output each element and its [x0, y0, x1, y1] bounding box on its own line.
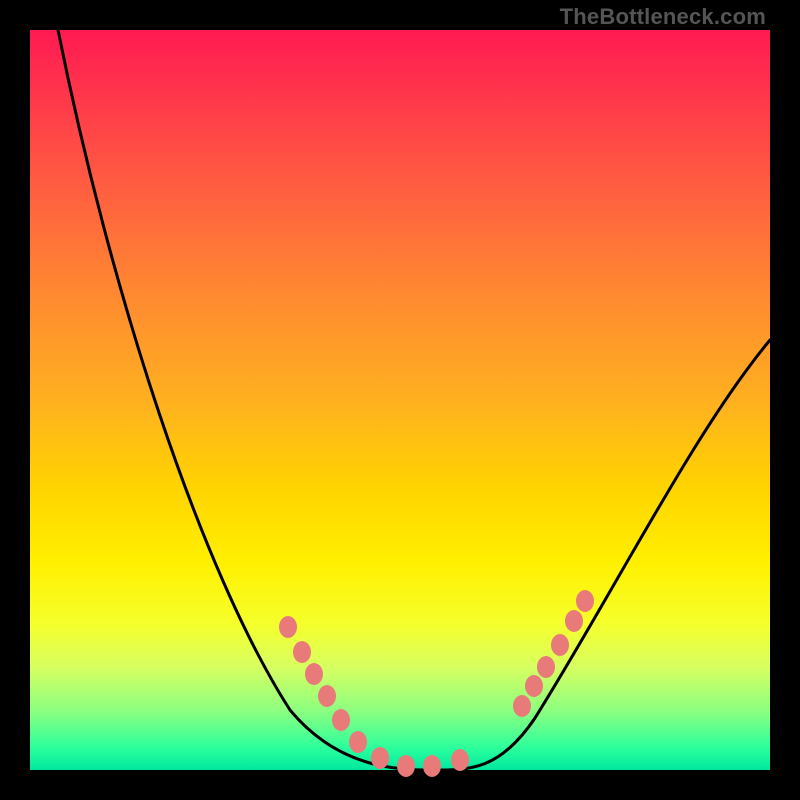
attribution-text: TheBottleneck.com — [560, 4, 766, 30]
curve-marker — [565, 610, 583, 632]
curve-marker — [349, 731, 367, 753]
curve-marker — [423, 755, 441, 777]
marker-group — [279, 590, 594, 777]
curve-marker — [305, 663, 323, 685]
chart-frame — [30, 30, 770, 770]
curve-marker — [451, 749, 469, 771]
curve-marker — [397, 755, 415, 777]
curve-marker — [371, 747, 389, 769]
curve-marker — [525, 675, 543, 697]
curve-marker — [551, 634, 569, 656]
chart-svg — [30, 30, 770, 770]
curve-marker — [279, 616, 297, 638]
curve-marker — [537, 656, 555, 678]
curve-marker — [513, 695, 531, 717]
curve-marker — [293, 641, 311, 663]
bottleneck-curve — [58, 30, 770, 770]
curve-marker — [318, 685, 336, 707]
curve-marker — [332, 709, 350, 731]
curve-marker — [576, 590, 594, 612]
